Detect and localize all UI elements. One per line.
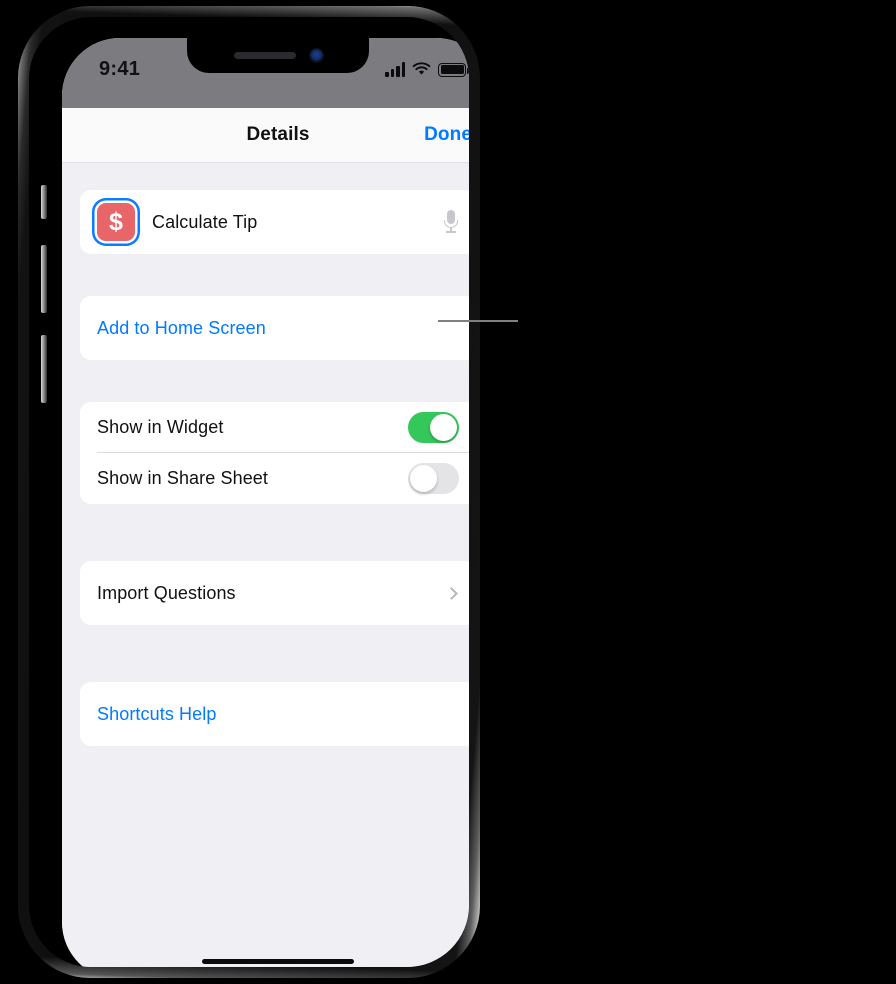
phone-bezel: 9:41 Details Done $ Calculate Tip Add to… [29,17,469,967]
status-bar: 9:41 [62,38,469,108]
show-in-widget-toggle[interactable] [408,412,459,443]
shortcut-name-row[interactable]: $ Calculate Tip [80,190,469,254]
home-indicator[interactable] [202,958,354,964]
volume-up-button[interactable] [41,335,47,403]
volume-down-button[interactable] [41,245,47,313]
details-content: $ Calculate Tip Add to Home Screen Show … [62,163,469,967]
show-in-share-sheet-row[interactable]: Show in Share Sheet [80,453,469,504]
show-in-widget-row[interactable]: Show in Widget [80,402,469,453]
navigation-bar: Details Done [62,108,469,163]
earpiece-speaker-icon [233,52,296,59]
status-bar-indicators [385,62,469,77]
visibility-toggles-card: Show in Widget Show in Share Sheet [80,402,469,504]
shortcuts-help-label[interactable]: Shortcuts Help [97,704,216,725]
battery-icon [438,62,469,77]
page-title: Details [246,124,310,145]
shortcuts-help-row[interactable]: Shortcuts Help [80,682,469,746]
phone-screen: 9:41 Details Done $ Calculate Tip Add to… [62,38,469,967]
notch [187,38,369,73]
front-camera-icon [309,49,323,62]
cellular-signal-icon [385,62,405,77]
done-button[interactable]: Done [424,124,469,146]
show-in-share-sheet-label: Show in Share Sheet [97,468,269,488]
mute-switch-button[interactable] [41,185,47,219]
chevron-right-icon [445,586,458,600]
import-questions-row[interactable]: Import Questions [80,561,469,625]
status-bar-time: 9:41 [99,58,141,80]
add-to-home-screen-card: Add to Home Screen [80,296,469,360]
import-questions-label: Import Questions [97,582,236,603]
screenshot-stage: 9:41 Details Done $ Calculate Tip Add to… [0,0,896,984]
shortcut-name-field[interactable]: Calculate Tip [152,212,257,233]
add-to-home-screen-row[interactable]: Add to Home Screen [80,296,469,360]
shortcuts-help-card: Shortcuts Help [80,682,469,746]
import-questions-card: Import Questions [80,561,469,625]
wifi-icon [412,62,431,75]
dollar-sign-icon[interactable]: $ [97,203,135,241]
show-in-share-sheet-toggle[interactable] [408,463,459,494]
shortcut-name-card: $ Calculate Tip [80,190,469,254]
microphone-icon[interactable] [443,210,459,234]
add-to-home-screen-label[interactable]: Add to Home Screen [97,318,266,339]
show-in-widget-label: Show in Widget [97,417,224,437]
callout-leader-line [438,320,518,322]
